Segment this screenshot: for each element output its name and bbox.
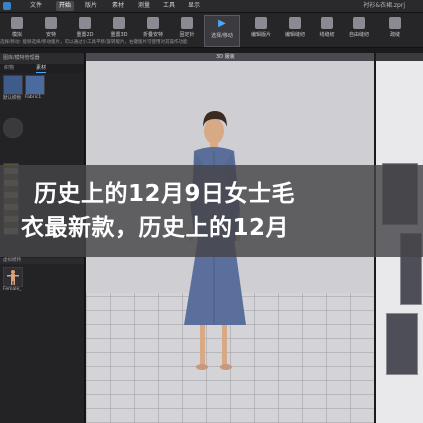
reset-3d-icon [113, 17, 125, 29]
button-thumbnail[interactable] [3, 118, 23, 138]
fabric-label-default: 默认织物 [3, 96, 21, 101]
app-logo-icon [3, 2, 11, 10]
tacking-icon [389, 17, 401, 29]
menu-file[interactable]: 文件 [30, 1, 42, 11]
tab-fabric[interactable]: 织物 [4, 65, 14, 72]
tool-hint: 选择/移动: 能够选择/移动版片，可以通过小工具平移/旋转版片，右键版片可使用对… [0, 40, 188, 45]
tool-free-sewing[interactable]: 自由缝纫 [342, 15, 376, 45]
menu-material[interactable]: 素材 [112, 1, 124, 11]
simulate-icon [11, 17, 23, 29]
avatar-section-label: 虚拟模特 [0, 258, 84, 264]
edit-sewing-icon [289, 17, 301, 29]
menu-pattern[interactable]: 版片 [85, 1, 97, 11]
tool-segment-sewing[interactable]: 线缝纫 [310, 15, 344, 45]
reset-2d-icon [79, 17, 91, 29]
pin-icon [181, 17, 193, 29]
2d-window-header [376, 53, 423, 61]
tool-tacking[interactable]: 疏缝 [378, 15, 412, 45]
cursor-icon: ▶ [218, 18, 226, 29]
overlay-title-line-2: 衣最新款，历史上的12月 [21, 215, 290, 241]
fabric-thumbnail-1[interactable] [25, 75, 45, 95]
menu-display[interactable]: 显示 [188, 1, 200, 11]
segment-sewing-icon [321, 17, 333, 29]
edit-pattern-icon [255, 17, 267, 29]
menu-tools[interactable]: 工具 [163, 1, 175, 11]
fold-icon [147, 17, 159, 29]
avatar-figure-icon [7, 270, 19, 285]
tab-material[interactable]: 素材 [36, 65, 47, 73]
arrange-icon [45, 17, 57, 29]
menu-measure[interactable]: 测量 [138, 1, 150, 11]
library-tabs: 织物 素材 [0, 64, 84, 73]
avatar-label: Female_ [3, 287, 22, 292]
library-panel-title: 图库/模特管理器 [0, 53, 84, 64]
free-sewing-icon [353, 17, 365, 29]
fabric-thumbnail-default[interactable] [3, 75, 23, 95]
overlay-title-line-1: 历史上的12月9日女士毛 [34, 181, 296, 207]
window-title: 衬衫&衣裙.zprj [363, 2, 405, 9]
menu-bar: 文件 开始 版片 素材 测量 工具 显示 衬衫&衣裙.zprj [0, 0, 423, 13]
fabric-label-1: Fabric1 [25, 95, 42, 100]
avatar-thumbnail[interactable] [3, 267, 23, 287]
menu-start[interactable]: 开始 [56, 1, 75, 11]
pattern-piece-skirt[interactable] [386, 313, 418, 375]
